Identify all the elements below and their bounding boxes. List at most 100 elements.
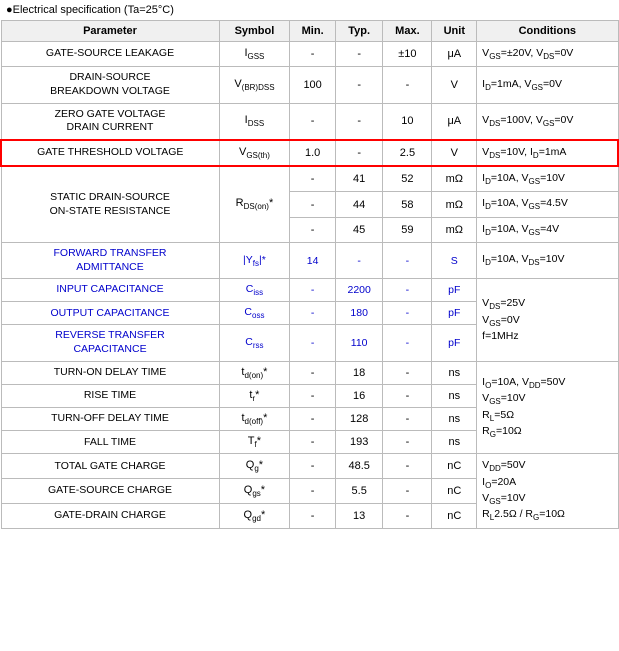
min-tf: - bbox=[290, 431, 336, 454]
max-coss: - bbox=[383, 302, 432, 325]
electrical-spec-table: Parameter Symbol Min. Typ. Max. Unit Con… bbox=[0, 20, 619, 529]
table-row-highlighted: GATE THRESHOLD VOLTAGE VGS(th) 1.0 - 2.5… bbox=[1, 140, 618, 166]
typ-rdson-2: 44 bbox=[335, 192, 382, 217]
col-parameter: Parameter bbox=[1, 21, 219, 42]
param-gate-threshold: GATE THRESHOLD VOLTAGE bbox=[1, 140, 219, 166]
min-yfs: 14 bbox=[290, 242, 336, 278]
cond-switching-group: IO=10A, VDD=50VVGS=10VRL=5ΩRG=10Ω bbox=[477, 361, 618, 454]
col-typ: Typ. bbox=[335, 21, 382, 42]
typ-crss: 110 bbox=[335, 325, 382, 361]
min-crss: - bbox=[290, 325, 336, 361]
typ-tf: 193 bbox=[335, 431, 382, 454]
typ-tdoff: 128 bbox=[335, 408, 382, 431]
max-tr: - bbox=[383, 384, 432, 407]
table-row: ZERO GATE VOLTAGEDRAIN CURRENT IDSS - - … bbox=[1, 103, 618, 140]
col-unit: Unit bbox=[432, 21, 477, 42]
unit-vbrdss: V bbox=[432, 67, 477, 103]
min-qg: - bbox=[290, 454, 336, 479]
typ-coss: 180 bbox=[335, 302, 382, 325]
min-idss: - bbox=[290, 103, 336, 140]
max-rdson-3: 59 bbox=[383, 217, 432, 242]
param-gate-drain-charge: GATE-DRAIN CHARGE bbox=[1, 503, 219, 528]
symbol-tdon: td(on)* bbox=[219, 361, 290, 384]
typ-tr: 16 bbox=[335, 384, 382, 407]
max-idss: 10 bbox=[383, 103, 432, 140]
typ-ciss: 2200 bbox=[335, 279, 382, 302]
unit-tr: ns bbox=[432, 384, 477, 407]
param-gate-source-charge: GATE-SOURCE CHARGE bbox=[1, 479, 219, 504]
param-rise-time: RISE TIME bbox=[1, 384, 219, 407]
min-vbrdss: 100 bbox=[290, 67, 336, 103]
max-qgs: - bbox=[383, 479, 432, 504]
param-fall-time: FALL TIME bbox=[1, 431, 219, 454]
table-row: DRAIN-SOURCEBREAKDOWN VOLTAGE V(BR)DSS 1… bbox=[1, 67, 618, 103]
typ-igss: - bbox=[335, 42, 382, 67]
cond-rdson-1: ID=10A, VGS=10V bbox=[477, 166, 618, 192]
unit-tdoff: ns bbox=[432, 408, 477, 431]
param-turn-off-delay: TURN-OFF DELAY TIME bbox=[1, 408, 219, 431]
max-tdoff: - bbox=[383, 408, 432, 431]
max-rdson-2: 58 bbox=[383, 192, 432, 217]
param-output-cap: OUTPUT CAPACITANCE bbox=[1, 302, 219, 325]
header: ●Electrical specification (Ta=25°C) bbox=[0, 0, 619, 20]
param-rdson: STATIC DRAIN-SOURCEON-STATE RESISTANCE bbox=[1, 166, 219, 242]
typ-qg: 48.5 bbox=[335, 454, 382, 479]
param-total-gate-charge: TOTAL GATE CHARGE bbox=[1, 454, 219, 479]
col-symbol: Symbol bbox=[219, 21, 290, 42]
unit-qg: nC bbox=[432, 454, 477, 479]
max-qg: - bbox=[383, 454, 432, 479]
symbol-qgd: Qgd* bbox=[219, 503, 290, 528]
unit-yfs: S bbox=[432, 242, 477, 278]
max-yfs: - bbox=[383, 242, 432, 278]
max-ciss: - bbox=[383, 279, 432, 302]
typ-yfs: - bbox=[335, 242, 382, 278]
table-row: TURN-ON DELAY TIME td(on)* - 18 - ns IO=… bbox=[1, 361, 618, 384]
symbol-vgsth: VGS(th) bbox=[219, 140, 290, 166]
symbol-tdoff: td(off)* bbox=[219, 408, 290, 431]
cond-rdson-2: ID=10A, VGS=4.5V bbox=[477, 192, 618, 217]
unit-coss: pF bbox=[432, 302, 477, 325]
min-coss: - bbox=[290, 302, 336, 325]
min-rdson-2: - bbox=[290, 192, 336, 217]
typ-vgsth: - bbox=[335, 140, 382, 166]
typ-rdson-1: 41 bbox=[335, 166, 382, 192]
max-rdson-1: 52 bbox=[383, 166, 432, 192]
min-tr: - bbox=[290, 384, 336, 407]
table-row: INPUT CAPACITANCE Ciss - 2200 - pF VDS=2… bbox=[1, 279, 618, 302]
param-gate-source-leakage: GATE-SOURCE LEAKAGE bbox=[1, 42, 219, 67]
symbol-tf: Tf* bbox=[219, 431, 290, 454]
symbol-tr: tr* bbox=[219, 384, 290, 407]
min-rdson-1: - bbox=[290, 166, 336, 192]
cond-igss: VGS=±20V, VDS=0V bbox=[477, 42, 618, 67]
min-ciss: - bbox=[290, 279, 336, 302]
max-qgd: - bbox=[383, 503, 432, 528]
param-zero-gate-voltage: ZERO GATE VOLTAGEDRAIN CURRENT bbox=[1, 103, 219, 140]
unit-qgd: nC bbox=[432, 503, 477, 528]
col-max: Max. bbox=[383, 21, 432, 42]
max-crss: - bbox=[383, 325, 432, 361]
cond-vgsth: VDS=10V, ID=1mA bbox=[477, 140, 618, 166]
symbol-crss: Crss bbox=[219, 325, 290, 361]
symbol-igss: IGSS bbox=[219, 42, 290, 67]
unit-idss: μA bbox=[432, 103, 477, 140]
min-qgd: - bbox=[290, 503, 336, 528]
unit-vgsth: V bbox=[432, 140, 477, 166]
symbol-yfs: |Yfs|* bbox=[219, 242, 290, 278]
col-conditions: Conditions bbox=[477, 21, 618, 42]
table-row: FORWARD TRANSFERADMITTANCE |Yfs|* 14 - -… bbox=[1, 242, 618, 278]
cond-rdson-3: ID=10A, VGS=4V bbox=[477, 217, 618, 242]
typ-tdon: 18 bbox=[335, 361, 382, 384]
symbol-coss: Coss bbox=[219, 302, 290, 325]
max-igss: ±10 bbox=[383, 42, 432, 67]
symbol-rdson: RDS(on)* bbox=[219, 166, 290, 242]
max-vgsth: 2.5 bbox=[383, 140, 432, 166]
unit-igss: μA bbox=[432, 42, 477, 67]
typ-qgd: 13 bbox=[335, 503, 382, 528]
cond-yfs: ID=10A, VDS=10V bbox=[477, 242, 618, 278]
min-rdson-3: - bbox=[290, 217, 336, 242]
typ-idss: - bbox=[335, 103, 382, 140]
cond-cap-group: VDS=25VVGS=0Vf=1MHz bbox=[477, 279, 618, 361]
min-vgsth: 1.0 bbox=[290, 140, 336, 166]
min-tdon: - bbox=[290, 361, 336, 384]
symbol-qgs: Qgs* bbox=[219, 479, 290, 504]
